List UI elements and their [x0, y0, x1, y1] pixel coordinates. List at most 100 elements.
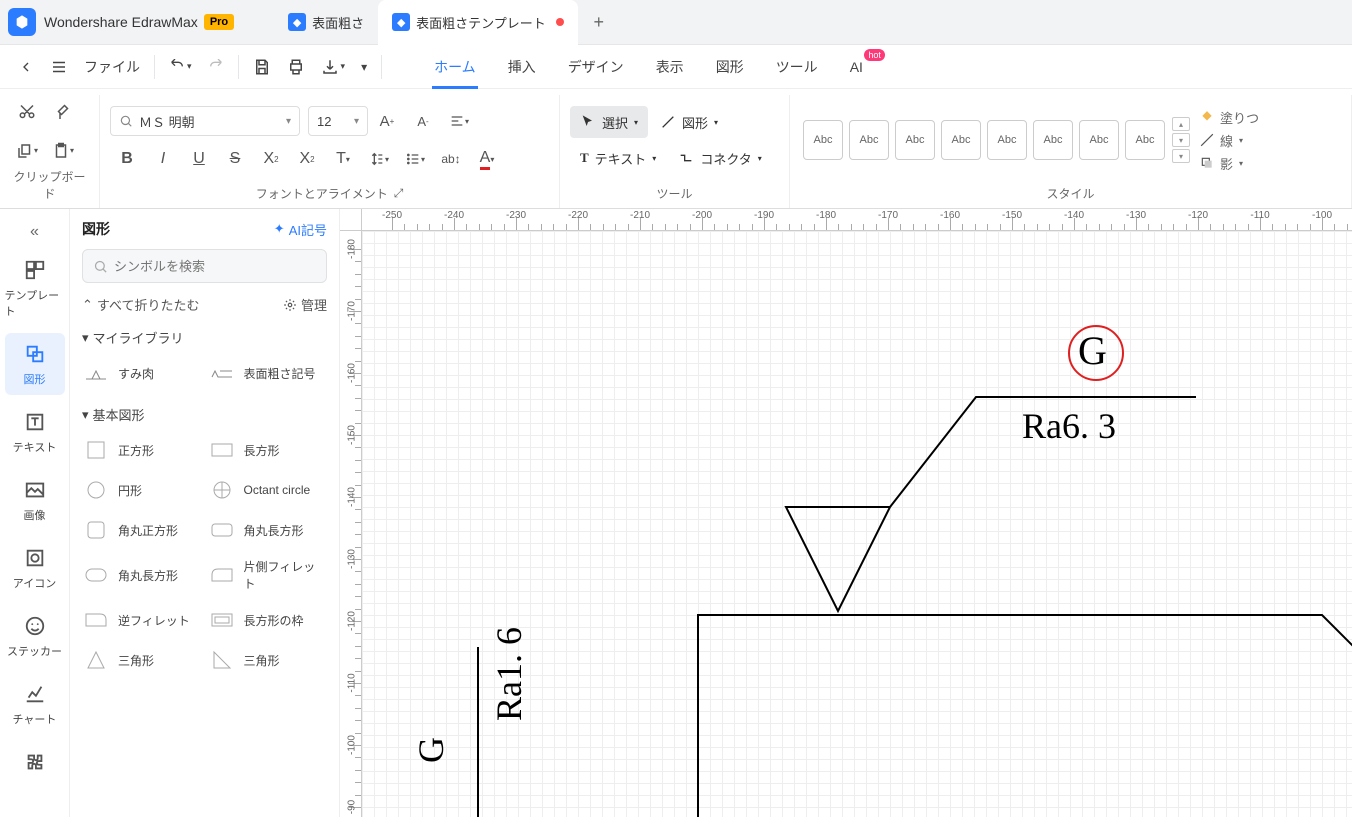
- style-preset[interactable]: Abc: [803, 120, 843, 160]
- shape-item[interactable]: 角丸長方形: [208, 514, 328, 546]
- shape-item[interactable]: 片側フィレット: [208, 554, 328, 596]
- textcase-button[interactable]: ab↕: [434, 142, 468, 176]
- nav-text[interactable]: テキスト: [5, 401, 65, 463]
- section-basic-shapes[interactable]: ▾ 基本図形: [82, 405, 327, 424]
- back-button[interactable]: [10, 53, 42, 81]
- shapes-panel-title: 図形: [82, 219, 110, 239]
- copy-button[interactable]: ▾: [10, 134, 44, 168]
- sticker-icon: [22, 613, 48, 639]
- document-tab-active[interactable]: ◆ 表面粗さテンプレート: [378, 0, 578, 45]
- tab-label: 表面粗さテンプレート: [416, 13, 546, 32]
- hot-badge: hot: [864, 49, 885, 61]
- tab-tool[interactable]: ツール: [760, 45, 834, 89]
- manage-button[interactable]: 管理: [283, 295, 327, 314]
- select-tool[interactable]: 選択▾: [570, 106, 648, 138]
- tab-design[interactable]: デザイン: [552, 45, 640, 89]
- shadow-button[interactable]: 影▾: [1200, 154, 1259, 173]
- line-button[interactable]: 線▾: [1200, 131, 1259, 150]
- line-spacing-button[interactable]: ▾: [362, 142, 396, 176]
- collapse-nav-button[interactable]: «: [0, 215, 69, 249]
- style-preset[interactable]: Abc: [849, 120, 889, 160]
- shape-item[interactable]: 正方形: [82, 434, 202, 466]
- underline-button[interactable]: U: [182, 142, 216, 176]
- font-decrease-button[interactable]: A-: [406, 104, 440, 138]
- nav-chart[interactable]: チャート: [5, 673, 65, 735]
- ruler-vertical: -180-170-160-150-140-130-120-110-100-90: [340, 231, 362, 817]
- export-button[interactable]: ▾: [313, 52, 354, 82]
- shape-item[interactable]: 長方形の枠: [208, 604, 328, 636]
- style-preset[interactable]: Abc: [1033, 120, 1073, 160]
- new-tab-button[interactable]: +: [586, 9, 612, 35]
- style-expand-button[interactable]: ▾: [1172, 149, 1190, 163]
- shape-item[interactable]: 角丸長方形: [82, 554, 202, 596]
- style-preset[interactable]: Abc: [895, 120, 935, 160]
- font-size-select[interactable]: 12▾: [308, 106, 368, 136]
- style-preset[interactable]: Abc: [1079, 120, 1119, 160]
- redo-button[interactable]: [200, 53, 232, 81]
- text-direction-button[interactable]: T▾: [326, 142, 360, 176]
- fill-button[interactable]: 塗りつ: [1200, 108, 1259, 127]
- nav-image[interactable]: 画像: [5, 469, 65, 531]
- shape-item[interactable]: すみ肉: [82, 357, 202, 389]
- shapes-icon: [22, 341, 48, 367]
- style-up-button[interactable]: ▴: [1172, 117, 1190, 131]
- bullets-button[interactable]: ▾: [398, 142, 432, 176]
- style-down-button[interactable]: ▾: [1172, 133, 1190, 147]
- style-gallery[interactable]: Abc Abc Abc Abc Abc Abc Abc Abc ▴ ▾ ▾: [800, 117, 1190, 163]
- font-color-button[interactable]: A▾: [470, 142, 504, 176]
- more-button[interactable]: ▾: [353, 54, 375, 80]
- ai-symbols-link[interactable]: ✦ AI記号: [274, 220, 327, 239]
- style-preset[interactable]: Abc: [941, 120, 981, 160]
- bold-button[interactable]: B: [110, 142, 144, 176]
- strike-button[interactable]: S: [218, 142, 252, 176]
- paste-button[interactable]: ▾: [46, 134, 80, 168]
- nav-icon[interactable]: アイコン: [5, 537, 65, 599]
- shape-item[interactable]: 三角形: [82, 644, 202, 676]
- shape-item[interactable]: 角丸正方形: [82, 514, 202, 546]
- shape-item[interactable]: 逆フィレット: [82, 604, 202, 636]
- font-name-select[interactable]: ＭＳ 明朝▾: [110, 106, 300, 136]
- save-button[interactable]: [245, 52, 279, 82]
- style-preset[interactable]: Abc: [987, 120, 1027, 160]
- file-menu[interactable]: ファイル: [76, 51, 148, 83]
- nav-shapes[interactable]: 図形: [5, 333, 65, 395]
- tab-label: 表面粗さ: [312, 13, 364, 32]
- align-button[interactable]: ▾: [442, 104, 476, 138]
- shape-item[interactable]: 表面粗さ記号: [208, 357, 328, 389]
- format-painter-button[interactable]: [46, 96, 80, 130]
- italic-button[interactable]: I: [146, 142, 180, 176]
- shape-item[interactable]: 三角形: [208, 644, 328, 676]
- connector-tool[interactable]: コネクタ▾: [668, 142, 772, 174]
- expand-icon[interactable]: ⤢: [394, 186, 404, 201]
- shape-item[interactable]: 長方形: [208, 434, 328, 466]
- subscript-button[interactable]: X2: [290, 142, 324, 176]
- nav-more[interactable]: [5, 741, 65, 783]
- text-tool[interactable]: Tテキスト▾: [570, 142, 666, 174]
- tab-view[interactable]: 表示: [640, 45, 700, 89]
- shape-item[interactable]: 円形: [82, 474, 202, 506]
- nav-template[interactable]: テンプレート: [5, 249, 65, 327]
- tab-home[interactable]: ホーム: [418, 45, 492, 89]
- cut-button[interactable]: [10, 96, 44, 130]
- nav-sticker[interactable]: ステッカー: [5, 605, 65, 667]
- font-increase-button[interactable]: A+: [370, 104, 404, 138]
- symbol-search-input[interactable]: [114, 259, 316, 274]
- tab-ai[interactable]: AIhot: [834, 45, 879, 89]
- print-button[interactable]: [279, 52, 313, 82]
- shape-item[interactable]: Octant circle: [208, 474, 328, 506]
- undo-button[interactable]: ▾: [161, 53, 200, 81]
- hamburger-icon[interactable]: [42, 52, 76, 82]
- collapse-all-button[interactable]: ⌃ すべて折りたたむ: [82, 295, 199, 314]
- section-my-library[interactable]: ▾ マイライブラリ: [82, 328, 327, 347]
- symbol-search[interactable]: [82, 249, 327, 283]
- superscript-button[interactable]: X2: [254, 142, 288, 176]
- icons-icon: [22, 545, 48, 571]
- canvas[interactable]: -250-240-230-220-210-200-190-180-170-160…: [340, 209, 1352, 817]
- style-preset[interactable]: Abc: [1125, 120, 1165, 160]
- shape-tool[interactable]: 図形▾: [650, 106, 728, 138]
- style-label: スタイル: [800, 185, 1341, 208]
- document-tab[interactable]: ◆ 表面粗さ: [274, 0, 378, 45]
- clipboard-label: クリップボード: [10, 168, 89, 208]
- tab-insert[interactable]: 挿入: [492, 45, 552, 89]
- tab-shape[interactable]: 図形: [700, 45, 760, 89]
